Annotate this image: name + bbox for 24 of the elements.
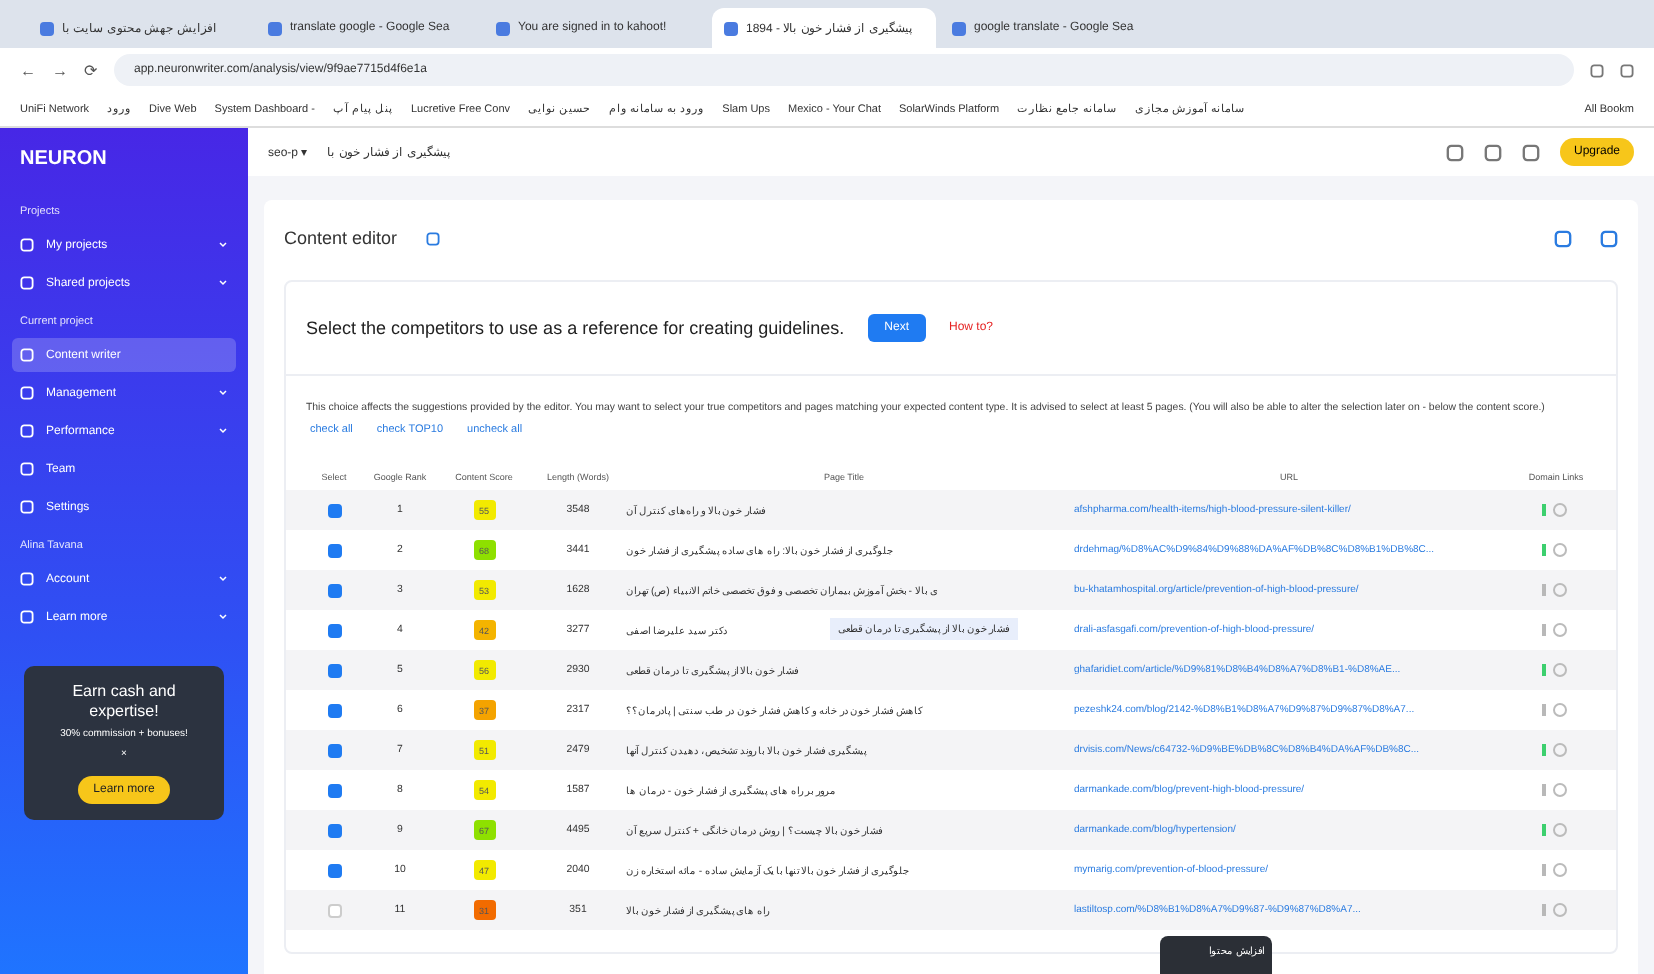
select-checkbox[interactable] — [327, 623, 341, 638]
chevron-icon — [218, 278, 228, 288]
select-checkbox[interactable] — [327, 903, 341, 918]
select-checkbox[interactable] — [327, 503, 341, 518]
competitors-heading: Select the competitors to use as a reference for creating guidelines. — [306, 318, 845, 338]
forward-icon[interactable]: → — [52, 61, 68, 79]
select-checkbox[interactable] — [327, 703, 341, 718]
back-icon[interactable]: ← — [20, 61, 36, 79]
select-checkbox[interactable] — [327, 663, 341, 678]
select-checkbox[interactable] — [327, 783, 341, 798]
chevron-icon — [218, 612, 228, 622]
select-checkbox[interactable] — [327, 543, 341, 558]
page-title: Content editor — [284, 228, 398, 248]
chevron-icon — [218, 574, 228, 584]
chevron-icon — [218, 426, 228, 436]
select-checkbox[interactable] — [327, 863, 341, 878]
chevron-icon — [218, 240, 228, 250]
select-checkbox[interactable] — [327, 743, 341, 758]
chevron-icon — [218, 388, 228, 398]
select-checkbox[interactable] — [327, 583, 341, 598]
promo-title: Earn cash and expertise! — [70, 682, 178, 721]
select-checkbox[interactable] — [327, 823, 341, 838]
logo: NEURON — [20, 148, 107, 170]
reload-icon[interactable]: ⟳ — [84, 61, 98, 79]
